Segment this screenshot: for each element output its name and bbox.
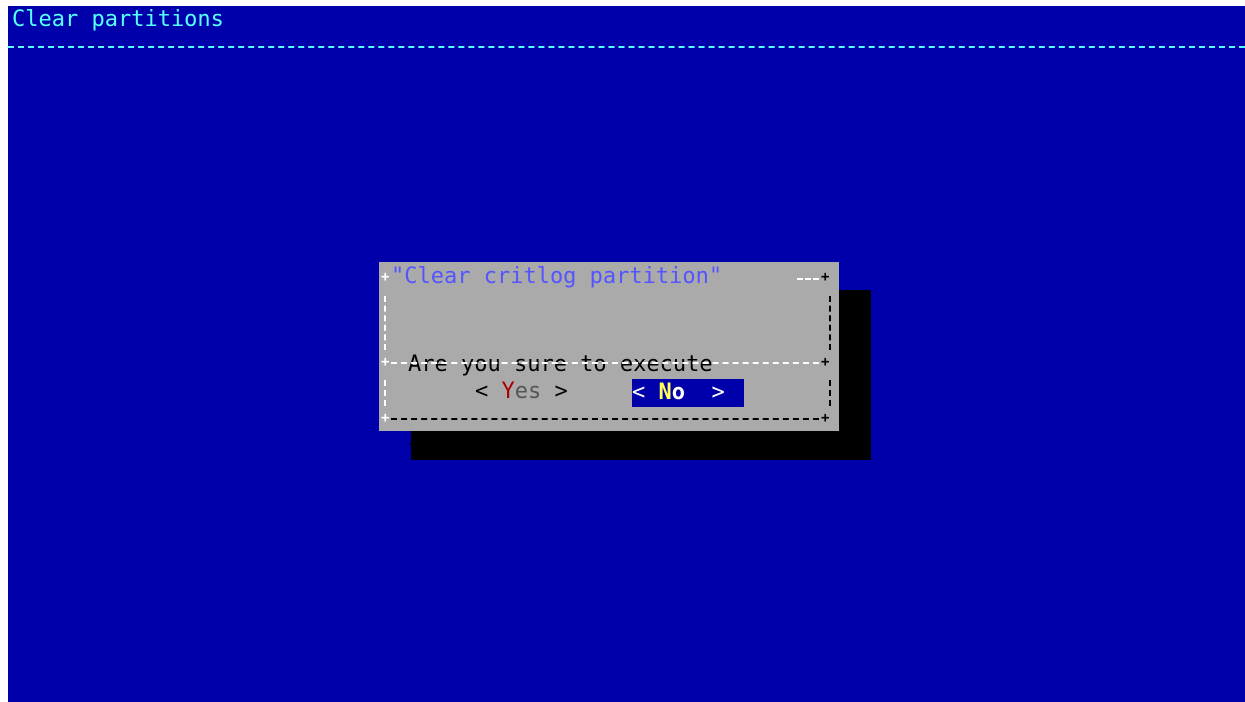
dialog-message: Are you sure to execute the command?: [408, 295, 713, 519]
no-hotkey: N: [658, 380, 672, 405]
dialog-title: "Clear critlog partition": [391, 264, 723, 289]
dialog-right-border-lower: [829, 380, 831, 406]
message-line: Are you sure to execute: [408, 352, 713, 377]
separator-corner-left: +: [381, 354, 390, 370]
terminal-screen: Clear partitions + + "Clear critlog part…: [8, 6, 1245, 702]
dialog-button-separator: [391, 362, 819, 364]
dialog-corner-top-left: +: [381, 269, 390, 285]
yes-left-bracket: <: [475, 379, 502, 404]
dialog-corner-top-right: +: [821, 269, 830, 285]
dialog-corner-bottom-left: +: [381, 410, 390, 426]
backtitle-divider: [8, 46, 1245, 48]
no-button[interactable]: < No >: [632, 379, 744, 407]
no-label-rest: o: [671, 380, 685, 405]
dialog-right-border: [829, 296, 831, 350]
message-line: the command?: [408, 436, 567, 461]
dialog-top-border-right: [797, 278, 819, 280]
yes-hotkey: Y: [501, 379, 515, 404]
confirm-dialog: + + "Clear critlog partition" Are you su…: [379, 262, 839, 461]
yes-button[interactable]: < Yes >: [475, 378, 568, 406]
yes-right-bracket: >: [541, 379, 568, 404]
backtitle: Clear partitions: [12, 7, 224, 32]
dialog-corner-bottom-right: +: [821, 410, 830, 426]
yes-label-rest: es: [514, 379, 542, 404]
no-right-bracket: >: [685, 380, 725, 405]
dialog-left-border-lower: [384, 380, 386, 406]
dialog-bottom-border: [391, 418, 819, 420]
separator-corner-right: +: [821, 354, 830, 370]
dialog-left-border: [384, 296, 386, 350]
no-left-bracket: <: [632, 380, 659, 405]
